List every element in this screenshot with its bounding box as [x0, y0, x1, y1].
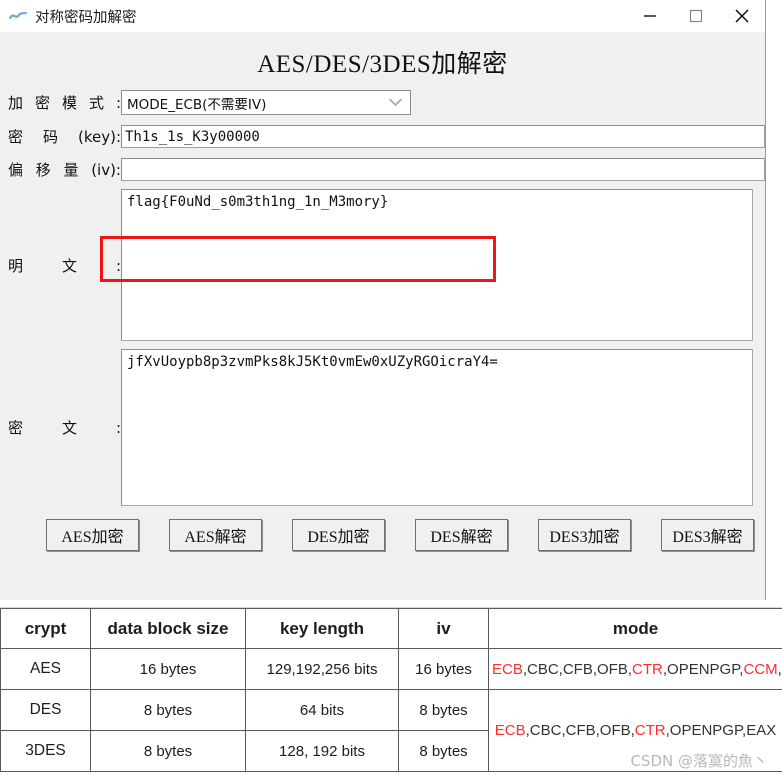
plaintext-label: 明文: — [8, 256, 121, 275]
cell-crypt-3des: 3DES — [0, 730, 91, 772]
encryption-mode-row: 加密模式: MODE_ECB(不需要IV) — [0, 90, 765, 115]
cell-mode-aes: ECB,CBC,CFB,OFB,CTR,OPENPGP,CCM,EAX,GCM,… — [488, 648, 782, 690]
aes-encrypt-button[interactable]: AES加密 — [46, 519, 139, 551]
maximize-button[interactable] — [673, 0, 719, 32]
screenshot-root: 对称密码加解密 AES/DES/3DES加解密 加密模式: MODE_ECB(不… — [0, 0, 782, 775]
header-mode: mode — [488, 608, 782, 649]
mode-token: CTR — [632, 660, 663, 678]
app-window: 对称密码加解密 AES/DES/3DES加解密 加密模式: MODE_ECB(不… — [0, 0, 766, 600]
ciphertext-label: 密文: — [8, 419, 121, 437]
cell-iv-3des: 8 bytes — [398, 730, 489, 772]
key-input[interactable]: Th1s_1s_K3y00000 — [121, 125, 765, 148]
title-bar: 对称密码加解密 — [0, 0, 765, 32]
mode-token: ,OPENPGP,EAX — [665, 722, 777, 739]
header-key-length: key length — [245, 608, 399, 649]
window-controls — [627, 0, 765, 32]
minimize-button[interactable] — [627, 0, 673, 32]
close-button[interactable] — [719, 0, 765, 32]
mode-token: ,OPENPGP, — [662, 660, 744, 678]
plaintext-textarea[interactable]: flag{F0uNd_s0m3th1ng_1n_M3mory} — [121, 189, 753, 341]
mode-token: CTR — [634, 722, 666, 739]
des3-decrypt-button[interactable]: DES3解密 — [661, 519, 754, 551]
specs-table: crypt data block size key length iv mode… — [0, 608, 782, 772]
encryption-mode-label: 加密模式: — [8, 94, 121, 112]
cell-crypt-des: DES — [0, 689, 91, 731]
des-encrypt-button[interactable]: DES加密 — [292, 519, 385, 551]
app-wave-icon — [9, 7, 27, 25]
close-icon — [734, 8, 750, 24]
iv-label: 偏移量(iv): — [8, 161, 121, 179]
key-label: 密码(key): — [8, 128, 121, 146]
cell-block-aes: 16 bytes — [90, 648, 246, 690]
mode-token: ,CBC,CFB,OFB, — [525, 722, 635, 739]
cell-block-des: 8 bytes — [90, 689, 246, 731]
table-header-row: crypt data block size key length iv mode — [0, 608, 782, 649]
mode-token: ECB — [494, 722, 526, 739]
cell-block-3des: 8 bytes — [90, 730, 246, 772]
header-block-size: data block size — [90, 608, 246, 649]
encryption-mode-value: MODE_ECB(不需要IV) — [127, 96, 267, 113]
header-iv: iv — [398, 608, 489, 649]
cell-iv-aes: 16 bytes — [398, 648, 489, 690]
page-title: AES/DES/3DES加解密 — [257, 51, 508, 78]
cell-key-3des: 128, 192 bits — [245, 730, 399, 772]
client-area: AES/DES/3DES加解密 加密模式: MODE_ECB(不需要IV) 密码… — [0, 32, 765, 600]
cell-key-des: 64 bits — [245, 689, 399, 731]
chevron-down-icon — [389, 95, 402, 111]
key-value: Th1s_1s_K3y00000 — [125, 128, 260, 145]
table-row: AES 16 bytes 129,192,256 bits 16 bytes E… — [0, 648, 782, 690]
window-title: 对称密码加解密 — [35, 9, 137, 26]
cell-iv-des: 8 bytes — [398, 689, 489, 731]
ciphertext-textarea[interactable]: jfXvUoypb8p3zvmPks8kJ5Kt0vmEw0xUZyRGOicr… — [121, 349, 753, 506]
maximize-icon — [689, 9, 703, 23]
iv-input[interactable] — [121, 158, 765, 181]
aes-decrypt-button[interactable]: AES解密 — [169, 519, 262, 551]
ciphertext-row: 密文: jfXvUoypb8p3zvmPks8kJ5Kt0vmEw0xUZyRG… — [0, 349, 765, 506]
des-decrypt-button[interactable]: DES解密 — [415, 519, 508, 551]
mode-token: ,EAX,GCM,SIV, — [777, 660, 782, 678]
encryption-mode-select[interactable]: MODE_ECB(不需要IV) — [121, 90, 411, 115]
des3-encrypt-button[interactable]: DES3加密 — [538, 519, 631, 551]
plaintext-row: 明文: flag{F0uNd_s0m3th1ng_1n_M3mory} — [0, 189, 765, 341]
plaintext-value: flag{F0uNd_s0m3th1ng_1n_M3mory} — [127, 194, 389, 210]
header-crypt: crypt — [0, 608, 91, 649]
key-row: 密码(key): Th1s_1s_K3y00000 — [0, 125, 765, 148]
csdn-watermark: CSDN @落寞的魚丶 — [630, 752, 768, 770]
iv-row: 偏移量(iv): — [0, 158, 765, 181]
action-button-bar: AES加密 AES解密 DES加密 DES解密 DES3加密 DES3解密 — [0, 519, 765, 551]
cipher-spec-table: crypt data block size key length iv mode… — [0, 607, 782, 775]
cell-key-aes: 129,192,256 bits — [245, 648, 399, 690]
mode-token: ECB — [492, 660, 523, 678]
table-row: DES 8 bytes 64 bits 8 bytes ECB,CBC,CFB,… — [0, 689, 782, 772]
mode-token: ,CBC,CFB,OFB, — [522, 660, 633, 678]
mode-token: CCM — [743, 660, 778, 678]
ciphertext-value: jfXvUoypb8p3zvmPks8kJ5Kt0vmEw0xUZyRGOicr… — [127, 354, 498, 370]
cell-crypt-aes: AES — [0, 648, 91, 690]
minimize-icon — [643, 9, 657, 23]
